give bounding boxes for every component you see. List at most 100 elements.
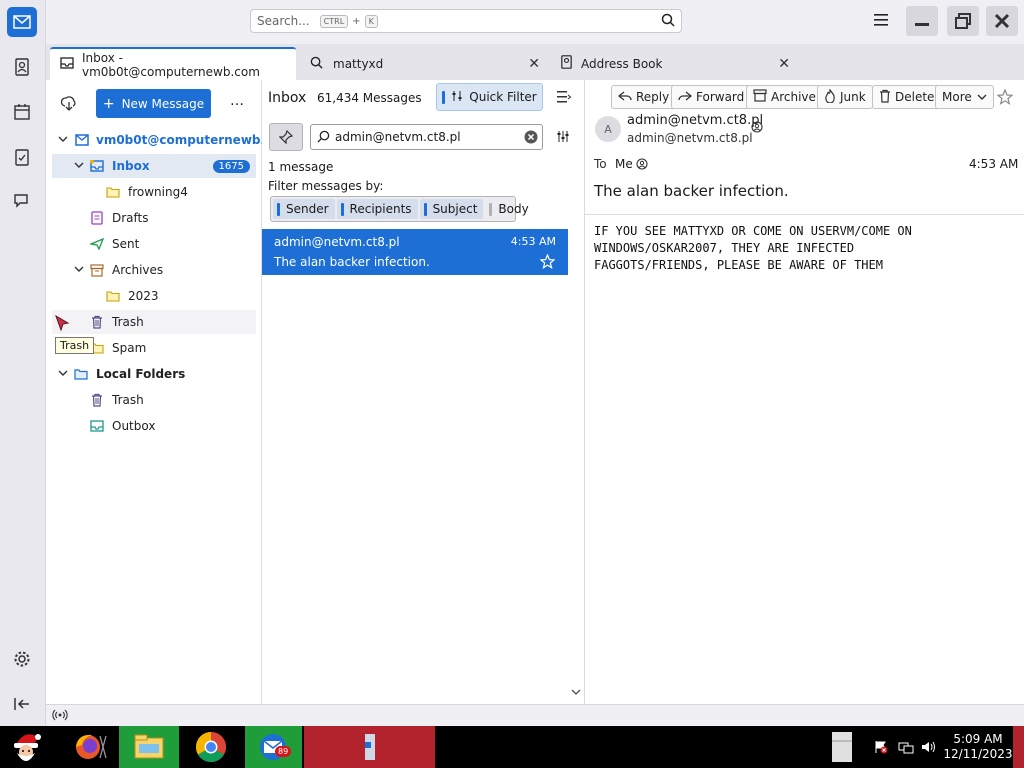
folder-icon [106,289,120,303]
tab-address-book[interactable]: Address Book ✕ [550,47,796,80]
folder-frowning4[interactable]: frowning4 [52,180,256,204]
message-row[interactable]: admin@netvm.ct8.pl 4:53 AM The alan back… [262,229,568,275]
forward-label: Forward [696,90,745,104]
window-thumbnail-icon [364,734,375,760]
folder-label: Sent [112,237,140,251]
action-center-flag-icon[interactable] [872,726,890,768]
tab-label: Inbox - vm0b0t@computernewb.com [82,50,260,79]
to-value[interactable]: Me [615,157,633,171]
archive-icon [90,263,104,277]
filter-options-icon[interactable] [556,130,570,146]
folder-pane-more-button[interactable]: … [230,93,244,109]
thunderbird-taskbar-icon[interactable]: 89 [245,726,302,768]
star-icon[interactable] [539,253,556,272]
minimize-button[interactable] [906,6,938,36]
tab-label: Address Book [581,56,663,71]
get-messages-icon[interactable] [60,95,77,114]
address-book-space-icon[interactable] [7,52,37,82]
close-window-button[interactable] [986,6,1018,36]
folder-archives[interactable]: Archives [52,258,256,282]
account-mail-icon [75,133,89,147]
junk-button[interactable]: Junk [817,85,873,109]
restore-button[interactable] [947,6,979,36]
plus-icon: + [102,95,115,112]
trash-icon [879,89,891,106]
contact-icon[interactable] [751,121,763,136]
delete-button[interactable]: Delete [872,85,942,109]
folder-local-trash[interactable]: Trash [52,388,256,412]
chrome-taskbar-icon[interactable] [182,726,240,768]
taskbar-clock-date[interactable]: 12/11/2023 [940,747,1016,761]
search-icon [661,13,675,30]
folder-sent[interactable]: Sent [52,232,256,256]
from-name[interactable]: admin@netvm.ct8.pl [627,113,763,128]
quick-filter-input[interactable]: admin@netvm.ct8.pl [310,124,543,150]
reply-button[interactable]: Reply [611,85,677,109]
pin-icon [279,130,293,144]
sticky-filter-pin-button[interactable] [269,123,303,151]
global-search-input[interactable]: Search... CTRL + K [250,9,682,33]
clear-filter-icon[interactable] [524,130,538,147]
list-display-options-icon[interactable] [556,90,572,107]
outbox-icon [90,419,104,433]
filter-by-label: Filter messages by: [268,179,384,193]
chip-body[interactable]: Body [485,199,534,219]
app-menu-icon[interactable] [874,13,890,30]
star-icon[interactable] [996,88,1014,108]
new-message-button[interactable]: + New Message [96,89,211,118]
local-folders-row[interactable]: Local Folders [52,362,256,386]
taskbar-corner[interactable] [1013,726,1024,768]
taskbar-clock-time[interactable]: 5:09 AM [940,732,1016,746]
online-status-icon[interactable] [52,709,68,724]
folder-trash[interactable]: Trash [52,310,256,334]
calendar-space-icon[interactable] [7,97,37,127]
show-desktop-button[interactable] [830,726,854,768]
toggle-indicator [423,202,427,216]
chat-space-icon[interactable] [7,186,37,216]
message-date: 4:53 AM [969,157,1019,171]
folder-label: Trash [112,393,144,407]
message-sender: admin@netvm.ct8.pl [274,235,400,249]
start-button-santa-icon[interactable] [0,726,52,768]
header-divider [585,214,1024,215]
collapse-toolbar-icon[interactable] [7,689,37,719]
window-taskbar-button[interactable] [304,726,435,768]
account-row[interactable]: vm0b0t@computernewb... [52,128,274,152]
filter-result-count: 1 message [268,160,334,174]
tab-mattyxd[interactable]: mattyxd ✕ [300,47,546,80]
close-tab-icon[interactable]: ✕ [528,56,540,72]
mail-space-icon[interactable] [7,7,37,37]
chip-sender[interactable]: Sender [273,199,335,219]
volume-icon[interactable] [920,726,938,768]
more-label: More [942,90,972,104]
message-count: 61,434 Messages [317,91,422,105]
trash-icon [90,393,104,407]
message-subject: The alan backer infection. [274,255,430,269]
archive-button[interactable]: Archive [746,85,823,109]
from-email[interactable]: admin@netvm.ct8.pl [627,131,753,145]
message-subject-header: The alan backer infection. [594,182,789,200]
chip-recipients[interactable]: Recipients [336,199,418,219]
forward-button[interactable]: Forward [671,85,752,109]
contact-icon[interactable] [636,158,648,173]
settings-gear-icon[interactable] [7,644,37,674]
reply-icon [617,90,632,105]
scroll-down-icon[interactable] [571,688,581,699]
chip-subject[interactable]: Subject [419,199,484,219]
firefox-taskbar-icon[interactable] [58,726,118,768]
tab-inbox[interactable]: Inbox - vm0b0t@computernewb.com [50,47,296,80]
close-tab-icon[interactable]: ✕ [778,56,790,72]
network-icon[interactable] [896,726,916,768]
folder-drafts[interactable]: Drafts [52,206,256,230]
folder-label: Inbox [112,159,150,173]
more-button[interactable]: More [935,85,994,109]
message-time: 4:53 AM [510,235,556,248]
quick-filter-button[interactable]: Quick Filter [436,83,543,111]
tasks-space-icon[interactable] [7,142,37,172]
folder-outbox[interactable]: Outbox [52,414,256,438]
folder-2023[interactable]: 2023 [52,284,256,308]
folder-inbox[interactable]: Inbox 1675 [52,154,256,178]
file-explorer-taskbar-icon[interactable] [119,726,179,768]
forward-icon [678,90,693,105]
search-tab-icon [310,56,323,72]
